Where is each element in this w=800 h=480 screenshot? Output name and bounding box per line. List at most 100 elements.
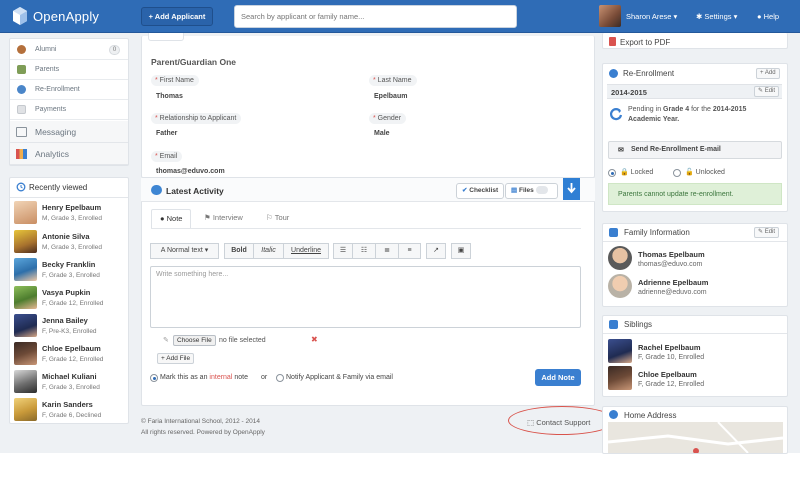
recent-item[interactable]: Michael Kuliani F, Grade 3, Enrolled — [10, 368, 128, 396]
family-member[interactable]: Adrienne Epelbaum adrienne@eduvo.com — [608, 274, 783, 302]
recent-details: F, Grade 3, Enrolled — [42, 272, 100, 279]
nav-item-re-enrollment[interactable]: Re-Enrollment — [10, 80, 128, 100]
recent-item[interactable]: Henry Epelbaum M, Grade 3, Enrolled — [10, 199, 128, 227]
notify-radio[interactable] — [276, 374, 284, 382]
note-word: note — [234, 374, 248, 381]
lock-icon: 🔒 — [620, 169, 629, 176]
pencil-icon: ✎ — [758, 88, 764, 94]
nav-item-payments[interactable]: Payments — [10, 100, 128, 120]
recent-details: F, Grade 12, Enrolled — [42, 300, 104, 307]
trash-icon[interactable]: ✖ — [311, 335, 318, 344]
re-enrollment-edit-button[interactable]: ✎ Edit — [754, 86, 780, 97]
outdent-button[interactable]: ≣ — [375, 243, 399, 259]
recent-item[interactable]: Antonie Silva M, Grade 3, Enrolled — [10, 228, 128, 256]
image-button[interactable]: ▣ — [451, 243, 471, 259]
avatar — [14, 370, 37, 393]
re-enrollment-title: Re-Enrollment — [623, 69, 675, 78]
mark-internal-text: Mark this as an — [160, 374, 208, 381]
recent-item[interactable]: Becky Franklin F, Grade 3, Enrolled — [10, 256, 128, 284]
unlocked-option[interactable]: 🔓 Unlocked — [685, 168, 725, 176]
bookmark-download-button[interactable] — [563, 178, 580, 200]
recent-details: F, Grade 12, Enrolled — [42, 356, 104, 363]
sibling-name: Rachel Epelbaum — [638, 343, 701, 352]
send-re-enrollment-button[interactable]: ✉ Send Re-Enrollment E-mail — [608, 141, 782, 159]
add-note-button[interactable]: Add Note — [535, 369, 581, 386]
first-name-value: Thomas — [156, 93, 183, 100]
underline-button[interactable]: Underline — [283, 243, 329, 259]
top-bar: OpenApply + Add Applicant Sharon Arese ▾… — [0, 0, 800, 33]
settings-menu[interactable]: ✱ Settings ▾ — [696, 12, 737, 21]
email-value: thomas@eduvo.com — [156, 168, 225, 175]
refresh-icon — [609, 69, 618, 78]
tab-interview[interactable]: ⚑ Interview — [204, 213, 243, 222]
user-menu[interactable]: Sharon Arese ▾ — [626, 12, 677, 21]
bold-button[interactable]: Bold — [224, 243, 254, 259]
last-name-label: * Last Name — [369, 75, 417, 86]
tab-tour[interactable]: ⚐ Tour — [266, 213, 289, 222]
avatar — [608, 366, 632, 390]
internal-note-radio[interactable] — [150, 374, 158, 382]
pending-status: Pending in Grade 4 for the 2014-2015 Aca… — [628, 105, 778, 125]
nav-item-parents[interactable]: Parents — [10, 60, 128, 80]
choose-file-button[interactable]: Choose File — [173, 335, 216, 346]
re-enrollment-add-button[interactable]: + Add — [756, 68, 780, 79]
indent-icon: ≡ — [407, 247, 412, 254]
unlocked-radio[interactable] — [673, 169, 681, 177]
text-style-label: Normal text — [166, 247, 203, 254]
tab-note[interactable]: ● Note — [151, 209, 192, 228]
recent-item[interactable]: Jenna Bailey F, Pre-K3, Enrolled — [10, 312, 128, 340]
internal-note-option[interactable]: Mark this as an internal note — [160, 374, 248, 381]
question-icon: ● — [757, 12, 762, 21]
add-file-button[interactable]: + Add File — [157, 353, 195, 364]
locked-option[interactable]: 🔒 Locked — [620, 168, 653, 176]
brand-name[interactable]: OpenApply — [33, 9, 99, 24]
pending-year: 2014-2015 — [712, 106, 747, 113]
export-pdf-link[interactable]: Export to PDF — [620, 38, 670, 47]
help-link[interactable]: ● Help — [757, 12, 779, 21]
pending-grade: Grade 4 — [663, 106, 690, 113]
checklist-button[interactable]: ✔ Checklist — [456, 183, 505, 199]
search-input[interactable] — [234, 5, 517, 28]
outdent-icon: ≣ — [384, 247, 390, 254]
bullet-list-button[interactable]: ☰ — [333, 243, 353, 259]
envelope-icon: ✉ — [618, 147, 624, 154]
nav-item-messaging[interactable]: Messaging — [10, 121, 128, 143]
numbered-list-button[interactable]: ☷ — [352, 243, 376, 259]
text-style-dropdown[interactable]: A Normal text ▾ — [150, 243, 219, 259]
family-member[interactable]: Thomas Epelbaum thomas@eduvo.com — [608, 246, 783, 274]
people-icon — [609, 320, 618, 329]
home-address-title: Home Address — [624, 411, 677, 420]
user-avatar[interactable] — [599, 5, 621, 27]
locked-radio[interactable] — [608, 169, 616, 177]
person-icon — [609, 228, 618, 237]
italic-button[interactable]: Italic — [253, 243, 284, 259]
recent-item[interactable]: Chloe Epelbaum F, Grade 12, Enrolled — [10, 340, 128, 368]
avatar — [608, 246, 632, 270]
locked-label: Locked — [630, 169, 654, 176]
recent-name: Becky Franklin — [42, 260, 96, 269]
avatar — [608, 274, 632, 298]
nav-item-analytics[interactable]: Analytics — [10, 143, 128, 165]
siblings-title: Siblings — [624, 320, 653, 329]
add-applicant-button[interactable]: + Add Applicant — [141, 7, 213, 26]
first-name-label: * First Name — [151, 75, 199, 86]
recent-item[interactable]: Karin Sanders F, Grade 6, Declined — [10, 396, 128, 424]
family-edit-button[interactable]: ✎ Edit — [754, 227, 780, 238]
nav-item-alumni[interactable]: Alumni 0 — [10, 40, 128, 60]
recent-details: F, Grade 6, Declined — [42, 412, 102, 419]
file-icon: ▤ — [511, 187, 518, 194]
sibling-item[interactable]: Chloe Epelbaum F, Grade 12, Enrolled — [608, 366, 783, 394]
notify-option-label[interactable]: Notify Applicant & Family via email — [286, 374, 393, 381]
files-button[interactable]: ▤ Files — [505, 183, 558, 199]
tab-label: Note — [166, 214, 183, 223]
re-enrollment-notice: Parents cannot update re-enrollment. — [608, 183, 782, 205]
indent-button[interactable]: ≡ — [398, 243, 421, 259]
sibling-item[interactable]: Rachel Epelbaum F, Grade 10, Enrolled — [608, 339, 783, 367]
link-button[interactable]: ↗ — [426, 243, 446, 259]
font-icon: A — [160, 247, 166, 254]
address-map[interactable] — [608, 422, 783, 453]
family-member-email: adrienne@eduvo.com — [638, 289, 707, 296]
no-file-text: no file selected — [219, 337, 266, 344]
note-textarea[interactable]: Write something here... — [150, 266, 581, 328]
recent-item[interactable]: Vasya Pupkin F, Grade 12, Enrolled — [10, 284, 128, 312]
